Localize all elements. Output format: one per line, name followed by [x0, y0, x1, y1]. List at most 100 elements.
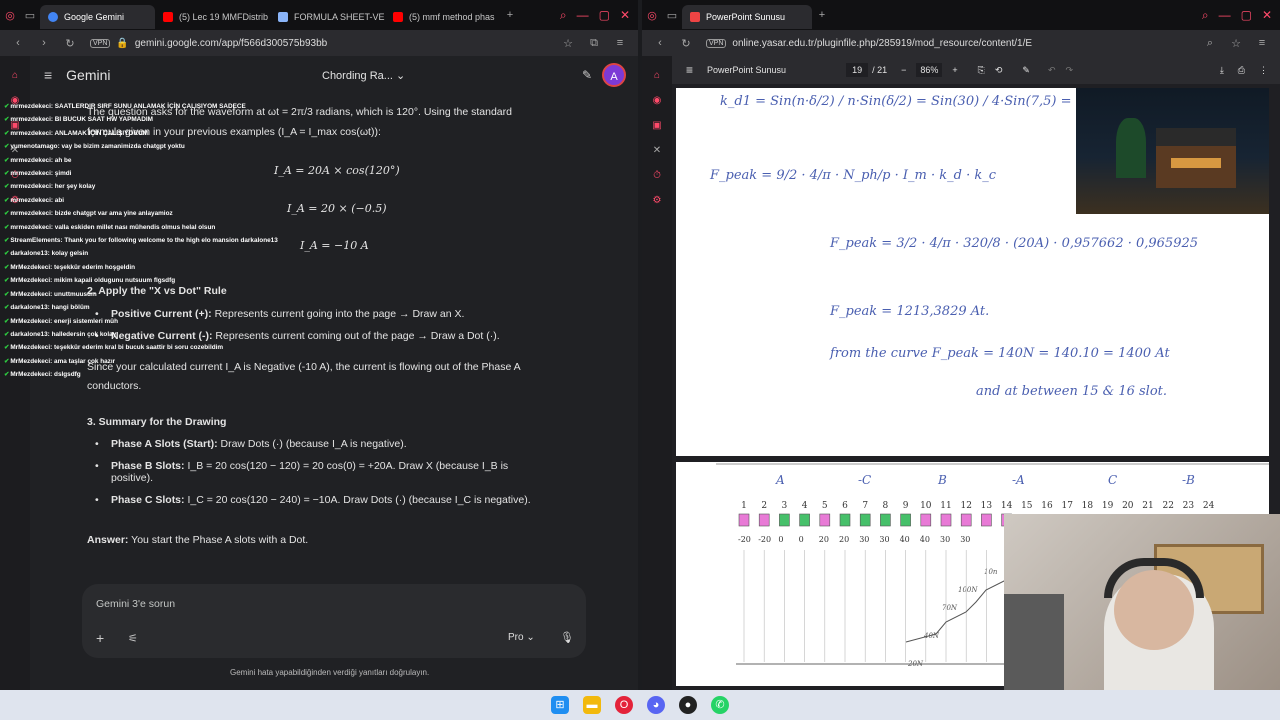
menu-icon[interactable]: ≡ [1252, 37, 1272, 49]
slot-box [940, 513, 952, 527]
answer-text: You start the Phase A slots with a Dot. [128, 534, 309, 546]
search-icon[interactable]: ⌕ [560, 8, 567, 23]
settings-icon[interactable]: ⚙ [642, 195, 672, 206]
mmf-value: -20 [758, 535, 771, 544]
chat-username: MrMezdekeci: [10, 317, 55, 325]
vpn-badge[interactable]: VPN [90, 38, 111, 48]
home-icon[interactable]: ⌂ [642, 70, 672, 81]
history-icon[interactable]: ⏱ [642, 170, 672, 181]
chat-text: unuttmuusum [54, 290, 97, 298]
obs-icon[interactable]: ● [679, 696, 697, 714]
page-number-input[interactable]: 19 [846, 63, 869, 77]
chat-username: StreamElements: [10, 237, 65, 245]
url-field[interactable]: VPN online.yasar.edu.tr/pluginfile.php/28… [702, 33, 1194, 53]
zoom-level[interactable]: 86% [916, 63, 943, 77]
whatsapp-icon[interactable]: ✆ [711, 696, 729, 714]
reload-icon[interactable]: ↻ [60, 37, 80, 50]
discord-icon[interactable]: ◕ [647, 696, 665, 714]
slot-box [859, 513, 871, 527]
chat-text: bizde chatgpt var ama yine anlayamioz [54, 210, 173, 218]
tab-gemini[interactable]: Google Gemini [40, 5, 155, 29]
avatar[interactable]: A [602, 63, 626, 87]
more-icon[interactable]: ⋮ [1259, 65, 1268, 76]
tab-powerpoint[interactable]: PowerPoint Sunusu [682, 5, 812, 29]
new-tab-icon[interactable]: + [812, 9, 832, 21]
minimize-icon[interactable]: — [1219, 8, 1231, 23]
fit-page-icon[interactable]: ⎘ [978, 65, 985, 76]
bullet-text: I_B = 20 cos(120 − 120) = 20 cos(0) = +2… [184, 460, 509, 472]
print-icon[interactable]: ⎙ [1238, 65, 1245, 76]
chat-message: ✔StreamElements: Thank you for following… [4, 234, 304, 247]
maximize-icon[interactable]: ▢ [1241, 8, 1252, 23]
hamburger-icon[interactable]: ≡ [44, 67, 52, 83]
check-icon: ✔ [4, 156, 10, 164]
close-icon[interactable]: ✕ [1262, 8, 1272, 23]
maximize-icon[interactable]: ▢ [599, 8, 610, 23]
close-icon[interactable]: ✕ [620, 8, 630, 23]
redo-icon[interactable]: ↷ [1066, 65, 1074, 76]
url-field[interactable]: VPN 🔒 gemini.google.com/app/f566d300575b93… [86, 33, 552, 53]
file-explorer-icon[interactable]: ▬ [583, 696, 601, 714]
tab-switch-icon[interactable]: ▭ [20, 9, 40, 22]
slot-box [758, 513, 770, 527]
slot-number: 22 [1162, 501, 1173, 511]
chat-text: halledersin çok kolay [51, 330, 117, 338]
opera-sidebar: ⌂ ◉ ▣ ✕ ⏱ ⚙ [642, 56, 672, 690]
undo-icon[interactable]: ↶ [1048, 65, 1056, 76]
zoom-out-icon[interactable]: − [901, 65, 906, 75]
annotate-icon[interactable]: ✎ [1022, 65, 1030, 76]
new-tab-icon[interactable]: + [500, 9, 520, 21]
download-icon[interactable]: ⤓ [1220, 65, 1224, 76]
back-icon[interactable]: ‹ [8, 37, 28, 49]
para-line-2: conductors. [87, 380, 142, 392]
bookmark-icon[interactable]: ☆ [1226, 37, 1246, 50]
check-icon: ✔ [4, 263, 10, 271]
summary-phase-b: Phase B Slots: I_B = 20 cos(120 − 120) =… [95, 460, 581, 484]
messenger-icon[interactable]: ◉ [642, 95, 672, 106]
hamburger-icon[interactable]: ≡ [686, 63, 693, 77]
tools-icon[interactable]: ⚟ [128, 632, 138, 645]
search-icon[interactable]: ⌕ [1202, 8, 1209, 23]
forward-icon[interactable]: › [34, 37, 54, 49]
twitch-icon[interactable]: ▣ [642, 120, 672, 131]
add-icon[interactable]: + [96, 630, 104, 646]
opera-menu-icon[interactable]: ◎ [0, 9, 20, 22]
answer-bold: Answer: [87, 534, 129, 546]
phase-header: A [775, 473, 785, 487]
extensions-icon[interactable]: ⧉ [584, 37, 604, 50]
menu-icon[interactable]: ≡ [610, 37, 630, 49]
tab-switch-icon[interactable]: ▭ [662, 9, 682, 22]
model-selector[interactable]: Pro ⌄ [508, 632, 535, 643]
opera-menu-icon[interactable]: ◎ [642, 9, 662, 22]
tab-formula-sheet[interactable]: FORMULA SHEET-VE [270, 5, 385, 29]
chat-title-dropdown[interactable]: Chording Ra... ⌄ [322, 69, 405, 82]
microphone-icon[interactable]: 🎙 [560, 631, 574, 644]
home-icon[interactable]: ⌂ [0, 70, 30, 81]
windows-start-icon[interactable]: ⊞ [551, 696, 569, 714]
back-icon[interactable]: ‹ [650, 37, 670, 49]
answer-line: Answer: You start the Phase A slots with… [87, 534, 308, 546]
bookmark-icon[interactable]: ☆ [558, 37, 578, 50]
new-chat-icon[interactable]: ✎ [582, 68, 592, 82]
reload-icon[interactable]: ↻ [676, 37, 696, 50]
url-text: online.yasar.edu.tr/pluginfile.php/28591… [732, 37, 1033, 49]
zoom-in-icon[interactable]: + [952, 65, 957, 75]
tab-youtube-mmf[interactable]: (5) mmf method phas [385, 5, 500, 29]
equation-3: I_A = −10 A [300, 239, 369, 252]
mmf-value: 30 [940, 535, 950, 544]
slot-box [839, 513, 851, 527]
slot-number: 14 [1001, 501, 1013, 511]
rotate-icon[interactable]: ⟲ [995, 65, 1003, 76]
prompt-input-box[interactable]: Gemini 3'e sorun + ⚟ Pro ⌄ 🎙 [82, 584, 586, 658]
fpeak-result: F_peak = 1213,3829 At. [830, 304, 990, 319]
check-icon: ✔ [4, 290, 10, 298]
prompt-input[interactable]: Gemini 3'e sorun [96, 598, 175, 610]
mmf-value: 30 [859, 535, 869, 544]
slot-box [779, 513, 790, 527]
minimize-icon[interactable]: — [577, 8, 589, 23]
zoom-icon[interactable]: ⌕ [1200, 37, 1220, 50]
vpn-badge[interactable]: VPN [706, 38, 727, 48]
opera-icon[interactable]: O [615, 696, 633, 714]
x-icon[interactable]: ✕ [642, 145, 672, 156]
tab-youtube-lec19[interactable]: (5) Lec 19 MMFDistrib [155, 5, 270, 29]
